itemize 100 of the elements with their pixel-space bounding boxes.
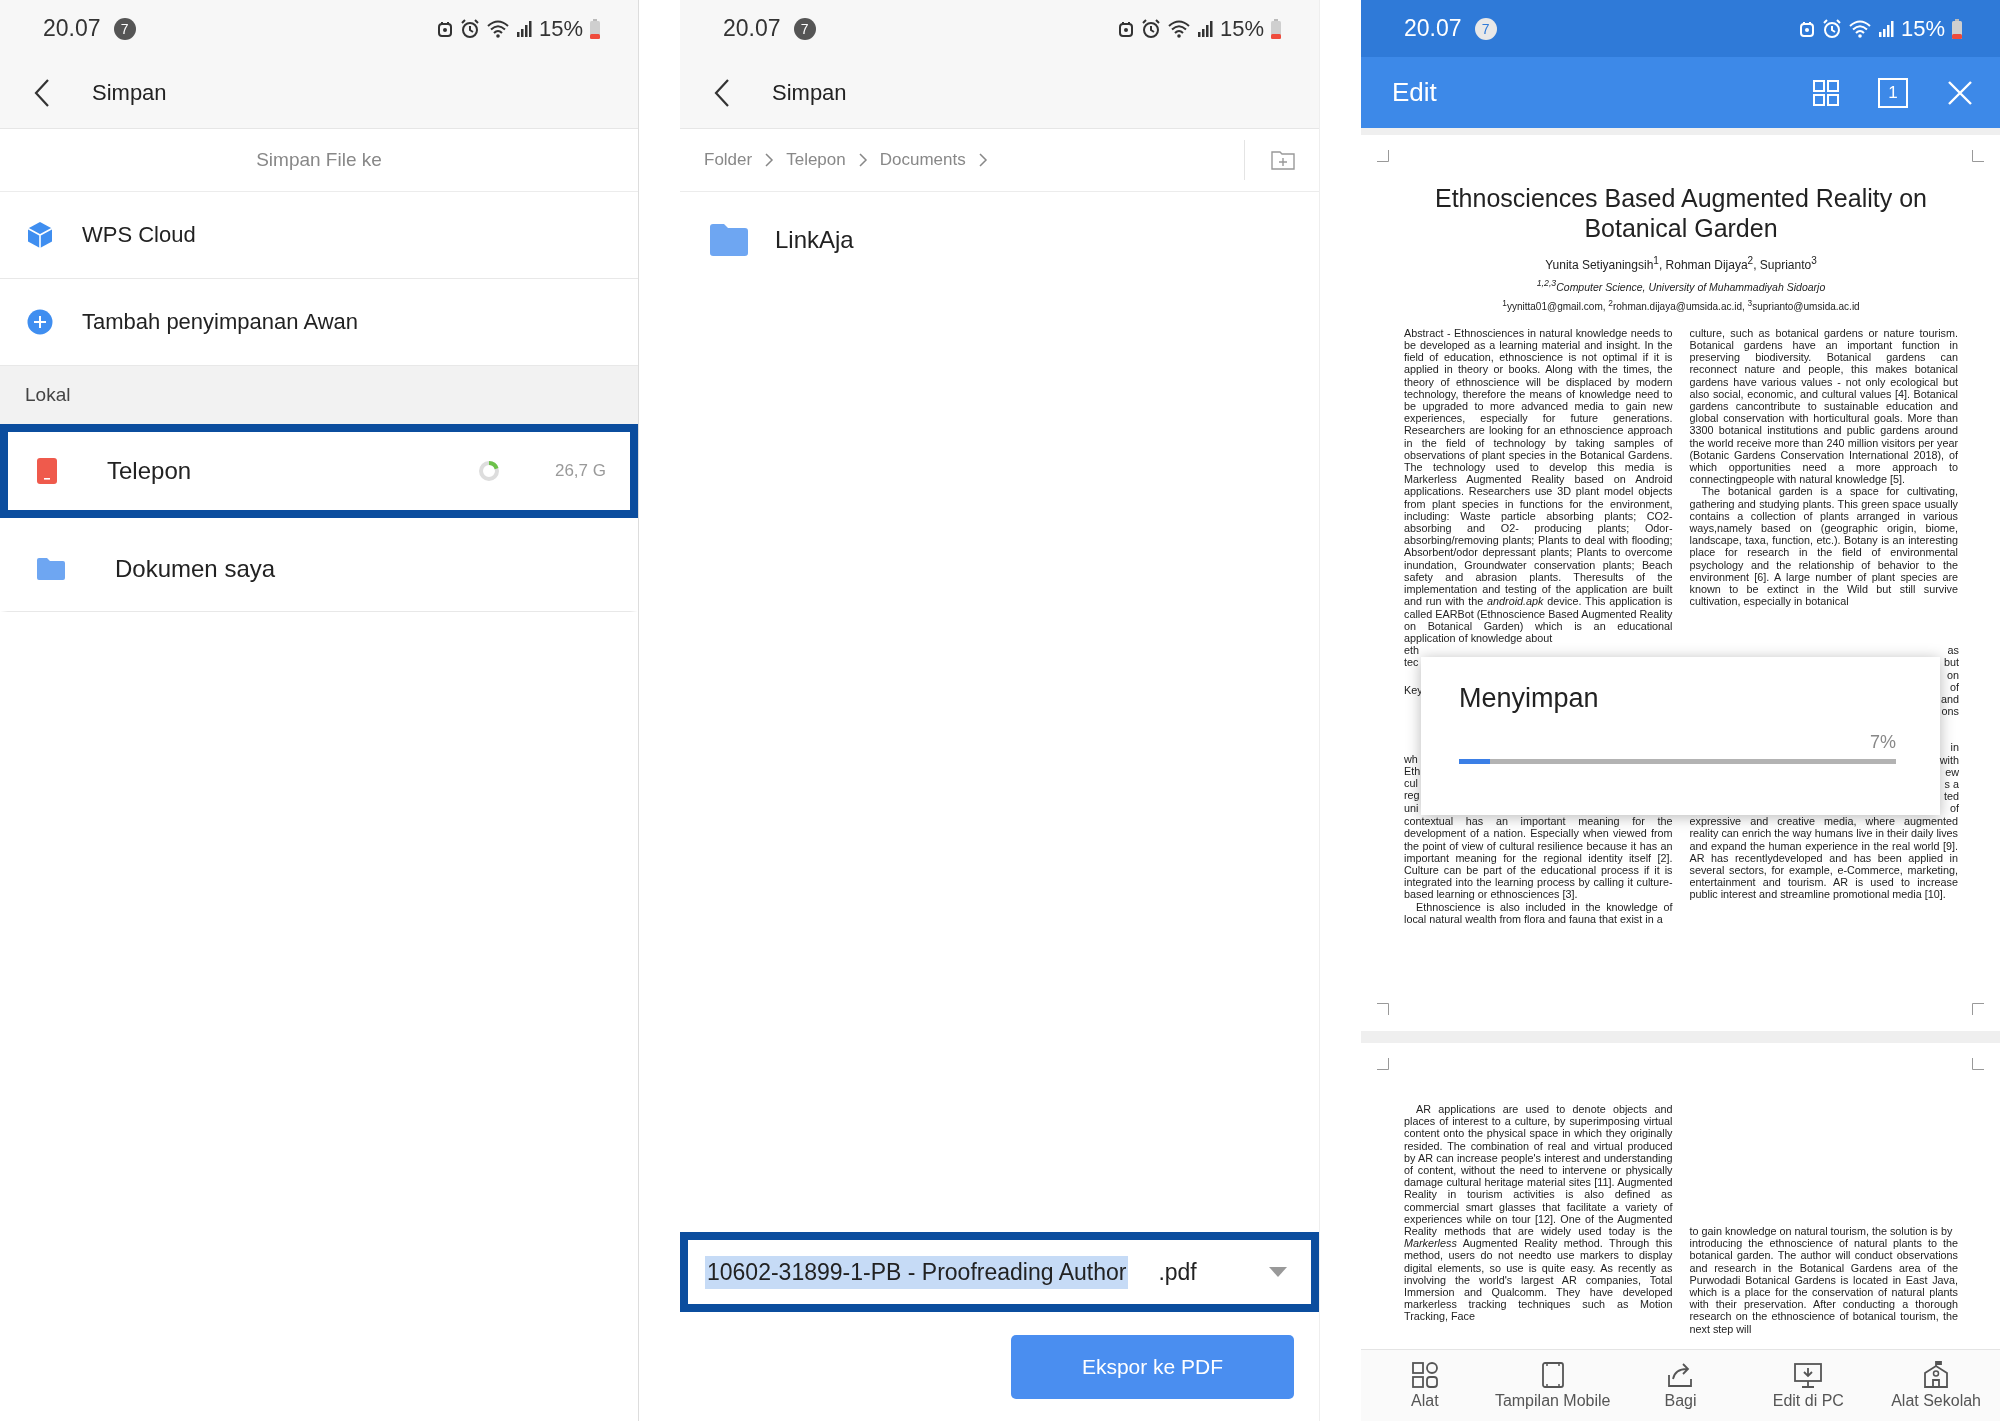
margin-corner-mark xyxy=(1972,150,1984,162)
wifi-icon xyxy=(1848,19,1871,38)
phone-frame-icon xyxy=(1540,1361,1565,1389)
battery-percent: 15% xyxy=(1900,15,1945,42)
file-extension: .pdf xyxy=(1158,1258,1197,1286)
storage-size: 26,7 G xyxy=(554,461,606,481)
document-text-fragment: ons xyxy=(1941,705,1959,718)
document-text-fragment: as xyxy=(1947,644,1959,657)
document-text-fragment: tec xyxy=(1404,656,1420,669)
clock-time: 20.07 xyxy=(1404,15,1462,42)
wifi-icon xyxy=(1167,19,1190,38)
document-text-fragment: ew xyxy=(1945,765,1959,778)
new-folder-icon[interactable] xyxy=(1271,150,1295,170)
document-authors: Yunita Setiyaningsih$^{1}$, Rohman Dijaya$^{2}$, Suprianto$^{3}$ xyxy=(1544,255,1818,272)
toolbar-button[interactable]: Alat Sekolah xyxy=(1872,1361,2000,1410)
signal-icon xyxy=(1196,19,1213,38)
clock-time: 20.07 xyxy=(43,15,101,42)
breadcrumb-link[interactable]: Folder xyxy=(704,150,753,170)
notification-count-badge: 7 xyxy=(793,17,816,40)
notification-count-badge: 7 xyxy=(113,17,136,40)
section-heading: Simpan File ke xyxy=(256,149,382,171)
chevron-right-icon xyxy=(764,153,775,167)
file-name-text: 10602-31899-1-PB - Proofreading Author xyxy=(705,1255,1129,1289)
document-text-fragment: Eth xyxy=(1404,764,1421,778)
monitor-icon xyxy=(1793,1361,1824,1389)
alarm-icon xyxy=(1821,18,1842,39)
document-text-fragment: and xyxy=(1941,692,1959,706)
document-text-fragment: uni xyxy=(1404,801,1420,814)
dropdown-caret-icon[interactable] xyxy=(1269,1267,1287,1277)
toolbar-button[interactable]: Tampilan Mobile xyxy=(1488,1361,1617,1410)
battery-percent: 15% xyxy=(538,15,583,42)
folder-icon xyxy=(709,222,749,257)
document-paragraph: expressive and creative media, where augmented reality can enrich the way humans live in their daily lives and expand the human experience in the real world [9]. AR has recentlydeveloped and has been applied in several sectors, for example, e-Commerce, marketing, entertainment and tourism. AR is used to increase public interest and streamline promotional media [10]. xyxy=(1689,815,1958,901)
margin-corner-mark xyxy=(1972,1058,1984,1070)
screen-title: Simpan xyxy=(92,79,167,106)
storage-option[interactable]: WPS Cloud xyxy=(0,192,638,279)
option-label: Tambah penyimpanan Awan xyxy=(82,309,358,335)
storage-location-item[interactable]: Dokumen saya xyxy=(0,518,638,612)
toolbar-button[interactable]: Bagi xyxy=(1616,1361,1745,1410)
option-label: WPS Cloud xyxy=(82,222,196,248)
progress-percent: 7% xyxy=(1869,732,1896,754)
dialog-title: Menyimpan xyxy=(1459,683,1600,715)
add-icon xyxy=(27,309,53,335)
document-text-fragment: wh xyxy=(1404,752,1419,765)
grid-view-icon[interactable] xyxy=(1812,78,1840,107)
document-text-fragment: with xyxy=(1939,753,1959,766)
chevron-right-icon xyxy=(977,153,988,167)
tools-icon xyxy=(1410,1361,1439,1389)
folder-icon xyxy=(36,556,66,581)
document-text-fragment: in xyxy=(1950,741,1959,754)
notification-count-badge: 7 xyxy=(1474,17,1497,40)
back-icon[interactable] xyxy=(712,77,732,108)
school-building-icon xyxy=(1922,1361,1951,1389)
document-text-fragment: of xyxy=(1950,680,1959,693)
document-emails: $^{1}$yynitta01@gmail.com, $^{2}$rohman.dijaya@umsida.ac.id, $^{3}$suprianto@umsida.ac.id xyxy=(1501,297,1861,312)
page-number-button[interactable]: 1 xyxy=(1878,77,1908,108)
folder-name: LinkAja xyxy=(775,225,854,254)
toolbar-button[interactable]: Edit di PC xyxy=(1744,1361,1873,1410)
storage-location-item[interactable]: Telepon 26,7 G xyxy=(0,424,638,518)
cube-icon xyxy=(27,221,53,249)
file-name-field[interactable]: 10602-31899-1-PB - Proofreading Author .pdf xyxy=(680,1232,1319,1312)
document-affiliation: $^{1,2,3}$Computer Science, University of Muhammadiyah Sidoarjo xyxy=(1535,278,1827,293)
document-paragraph: culture, such as botanical gardens or nature tourism. Botanical gardens have an important function in preserving biodiversity. Botanical gardens can reconnect nature and people, this makes botanical gardens have various values - not only ecological but also social, economic, and cultural values [4]. Botanical gardens cancontribute to sustainable education and global conservation with horticultural goals. More than 3300 botanical institutions and public gardens around the world receive more than 240 million visitors per year (Botanic Gardens Conservation International 2018), of which opportunities need a more approach to connectingpeople with natural knowledge [5]. xyxy=(1689,326,1958,486)
breadcrumb-link[interactable]: Documents xyxy=(879,150,966,170)
breadcrumb-link[interactable]: Telepon xyxy=(786,150,846,170)
folder-item[interactable]: LinkAja xyxy=(680,192,1319,287)
battery-percent: 15% xyxy=(1219,15,1264,42)
margin-corner-mark xyxy=(1377,150,1389,162)
section-heading: Lokal xyxy=(25,384,71,406)
document-title: Ethnosciences Based Augmented Reality on Botanical Garden xyxy=(1434,183,1928,243)
document-paragraph: AR applications are used to denote objects and places of interest to a culture, by superimposing virtual content onto the physical space in which they originally resided. The combination of real and virtual produced by AR can increase people's interest and understanding of content, without the need to intervene or physically damage cultural heritage material sites [11]. Augmented Reality in tourism activities is also defined as commercial smart glasses that facilitate a variety of experiences while on tour [12]. One of the Augmented Reality methods that are widely used today is the Markerless Augmented Reality method. Through this method, users do not needto use markers to display digital elements, so use is quite easy. As recently as involving the world's largest AR companies, Total Immersion and Qualcomm. They have developed markerless tracking techniques such as Motion Tracking, Face xyxy=(1404,1103,1673,1323)
alarm-icon xyxy=(459,18,480,39)
document-paragraph: The botanical garden is a space for cultivating, gathering and studying plants. This green space usually contains a collection of plants arranged in various ways,namely based on (geographic origin, biome, landscape, taxa, function, etc.). Botany is an interesting place for research in the field of environmental psychology and the relationship of behavior to the environment [6]. A large number of plant species are known to be extinct in the Wild but still survive cultivation, especially in botanical xyxy=(1689,485,1958,608)
notification-icon xyxy=(436,19,453,38)
battery-icon xyxy=(590,18,600,39)
margin-corner-mark xyxy=(1377,1003,1389,1015)
phone-icon xyxy=(36,457,58,485)
toolbar-button[interactable]: Alat xyxy=(1361,1361,1489,1410)
screen-title: Simpan xyxy=(772,79,847,106)
alarm-icon xyxy=(1140,18,1161,39)
screen-title: Edit xyxy=(1392,77,1437,108)
signal-icon xyxy=(1877,19,1894,38)
margin-corner-mark xyxy=(1377,1058,1389,1070)
notification-icon xyxy=(1117,19,1134,38)
document-paragraph: Ethnoscience is also included in the knowledge of local natural wealth from flora and fauna that exist in a xyxy=(1404,900,1673,925)
close-icon[interactable] xyxy=(1946,78,1974,107)
document-text-fragment: of xyxy=(1950,802,1959,815)
document-text-fragment: on xyxy=(1947,668,1959,681)
share-icon xyxy=(1666,1361,1695,1389)
battery-icon xyxy=(1952,18,1962,39)
document-paragraph: to gain knowledge on natural tourism, the solution is by xyxy=(1689,1225,1954,1238)
chevron-right-icon xyxy=(857,153,868,167)
battery-icon xyxy=(1271,18,1281,39)
storage-ring-icon xyxy=(477,460,500,482)
margin-corner-mark xyxy=(1972,1003,1984,1015)
document-paragraph: introducing the ethnoscience of natural plants to the botanical garden. The author will conduct observations and research in the Botanical Gardens area of the Purwodadi Botanical Gardens is located in East Java, which is a place for the conservation of natural plants with their preservation. After conducting a thorough research on the ethnoscience of botanical tourism, the next step will xyxy=(1689,1237,1958,1335)
document-text-fragment: ted xyxy=(1944,790,1959,803)
notification-icon xyxy=(1798,19,1815,38)
back-icon[interactable] xyxy=(32,77,52,108)
document-text-fragment: s a xyxy=(1944,777,1959,791)
